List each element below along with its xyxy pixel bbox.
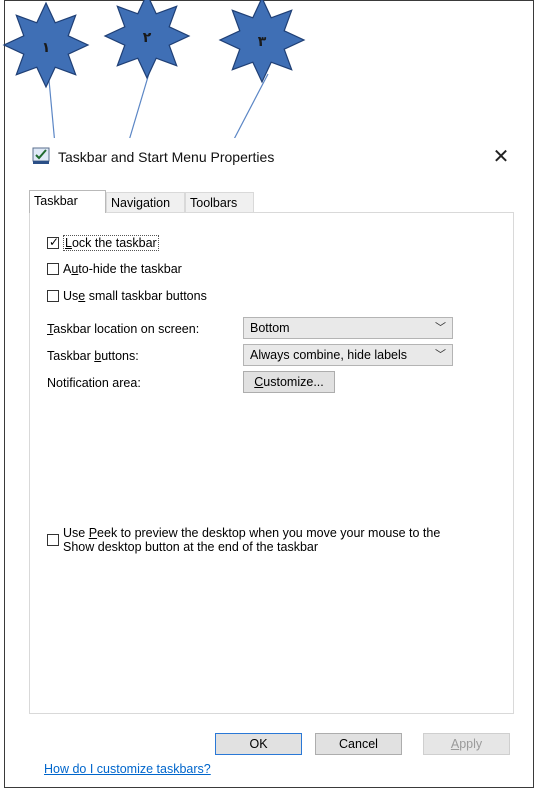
customize-button[interactable]: Customize... bbox=[243, 371, 335, 393]
window-title: Taskbar and Start Menu Properties bbox=[58, 149, 275, 165]
checkmark-icon: ✓ bbox=[49, 235, 60, 249]
tab-taskbar[interactable]: Taskbar bbox=[29, 190, 106, 213]
svg-text:٣: ٣ bbox=[258, 34, 267, 50]
callout-star-3: ٣ bbox=[218, 0, 306, 84]
autohide-option[interactable]: Auto-hide the taskbar bbox=[47, 262, 182, 276]
location-label: Taskbar location on screen: bbox=[47, 322, 200, 336]
help-link[interactable]: How do I customize taskbars? bbox=[44, 762, 211, 776]
notification-area-label: Notification area: bbox=[47, 376, 141, 390]
location-value: Bottom bbox=[250, 321, 290, 335]
callout-star-1: ١ bbox=[2, 1, 90, 89]
peek-checkbox[interactable] bbox=[47, 534, 59, 546]
peek-label: Use Peek to preview the desktop when you… bbox=[63, 526, 441, 554]
small-buttons-label: Use small taskbar buttons bbox=[63, 289, 207, 303]
ok-button[interactable]: OK bbox=[215, 733, 302, 755]
lock-taskbar-label: Lock the taskbar bbox=[63, 235, 159, 251]
lock-taskbar-checkbox[interactable]: ✓ bbox=[47, 235, 60, 249]
cancel-button[interactable]: Cancel bbox=[315, 733, 402, 755]
chevron-down-icon: ﹀ bbox=[435, 322, 446, 334]
chevron-down-icon: ﹀ bbox=[435, 349, 446, 361]
tab-toolbars[interactable]: Toolbars bbox=[185, 192, 254, 212]
taskbar-buttons-dropdown[interactable]: Always combine, hide labels ﹀ bbox=[243, 344, 453, 366]
lock-taskbar-option[interactable]: ✓ Lock the taskbar bbox=[47, 235, 159, 251]
autohide-label: Auto-hide the taskbar bbox=[63, 262, 182, 276]
peek-option[interactable]: Use Peek to preview the desktop when you… bbox=[47, 526, 497, 554]
autohide-checkbox[interactable] bbox=[47, 263, 59, 275]
title-bar: Taskbar and Start Menu Properties ✕ bbox=[20, 138, 524, 176]
close-icon[interactable]: ✕ bbox=[486, 142, 516, 172]
taskbar-properties-icon bbox=[32, 147, 50, 164]
callout-star-2: ٢ bbox=[103, 0, 191, 80]
svg-text:١: ١ bbox=[42, 40, 51, 56]
taskbar-buttons-label: Taskbar buttons: bbox=[47, 349, 139, 363]
taskbar-tab-panel: ✓ Lock the taskbar Auto-hide the taskbar… bbox=[29, 212, 514, 776]
taskbar-buttons-value: Always combine, hide labels bbox=[250, 348, 408, 362]
apply-button[interactable]: Apply bbox=[423, 733, 510, 755]
small-buttons-option[interactable]: Use small taskbar buttons bbox=[47, 289, 207, 303]
location-dropdown[interactable]: Bottom ﹀ bbox=[243, 317, 453, 339]
properties-dialog: Taskbar and Start Menu Properties ✕ Task… bbox=[20, 138, 524, 776]
small-buttons-checkbox[interactable] bbox=[47, 290, 59, 302]
tab-navigation[interactable]: Navigation bbox=[106, 192, 185, 212]
svg-text:٢: ٢ bbox=[143, 30, 152, 46]
